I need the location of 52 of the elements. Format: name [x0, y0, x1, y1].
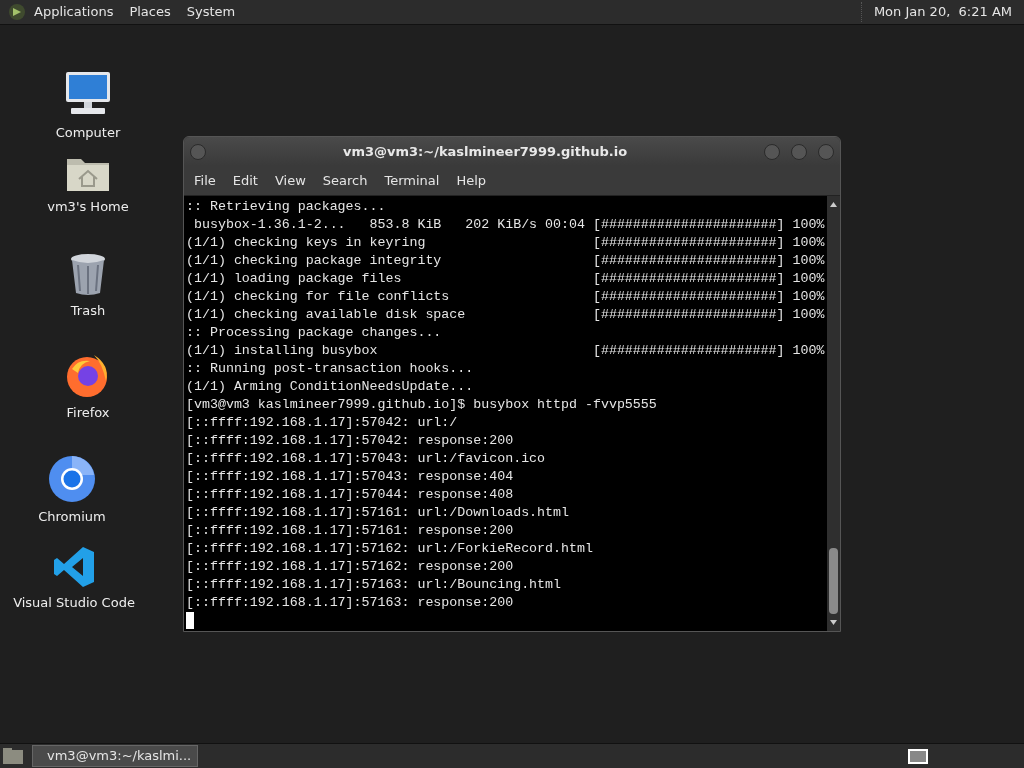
- clock[interactable]: Mon Jan 20, 6:21 AM: [860, 2, 1016, 22]
- desktop-icon-label[interactable]: vm3's Home: [47, 197, 129, 217]
- desktop-icon-label[interactable]: Chromium: [38, 507, 106, 527]
- terminal-line: [vm3@vm3 kaslmineer7999.github.io]$ busybox httpd -fvvp5555: [186, 396, 657, 414]
- terminal-line: [::ffff:192.168.1.17]:57042: url:/: [186, 414, 458, 432]
- taskbar-item[interactable]: vm3@vm3:~/kaslmi...: [32, 745, 198, 767]
- terminal-line: [::ffff:192.168.1.17]:57162: response:200: [186, 558, 514, 576]
- terminal-line: (1/1) loading package files [######################] 100%: [186, 270, 825, 288]
- terminal-line: (1/1) checking package integrity [######################] 100%: [186, 252, 825, 270]
- terminal-line: [::ffff:192.168.1.17]:57044: response:408: [186, 486, 514, 504]
- code-editor-icon: [52, 545, 96, 589]
- desktop-icon-label[interactable]: Trash: [70, 301, 106, 321]
- terminal-line: :: Processing package changes...: [186, 324, 442, 342]
- terminal-line: [::ffff:192.168.1.17]:57163: response:200: [186, 594, 514, 612]
- terminal-line: [::ffff:192.168.1.17]:57042: response:200: [186, 432, 514, 450]
- menu-item[interactable]: Edit: [225, 170, 265, 191]
- window-title: vm3@vm3:~/kaslmineer7999.github.io: [341, 142, 629, 161]
- panel-menu[interactable]: System: [186, 2, 236, 22]
- terminal-line: :: Retrieving packages...: [186, 198, 386, 216]
- workspace-switcher[interactable]: [908, 748, 928, 764]
- terminal-line: [::ffff:192.168.1.17]:57161: response:200: [186, 522, 514, 540]
- terminal-line: [::ffff:192.168.1.17]:57161: url:/Downloads.html: [186, 504, 569, 522]
- show-desktop-icon[interactable]: [2, 747, 24, 765]
- desktop-icon-label[interactable]: Computer: [55, 123, 121, 143]
- terminal-line: (1/1) checking for file conflicts [######################] 100%: [186, 288, 825, 306]
- trash-icon: [68, 253, 108, 297]
- terminal-line: (1/1) Arming ConditionNeedsUpdate...: [186, 378, 474, 396]
- terminal-line: (1/1) installing busybox [######################] 100%: [186, 342, 825, 360]
- chromium-icon: [48, 455, 96, 503]
- text-cursor: [186, 612, 194, 629]
- panel-menu[interactable]: Places: [129, 2, 171, 22]
- menu-item[interactable]: Help: [449, 170, 494, 191]
- terminal-line: [::ffff:192.168.1.17]:57043: url:/favicon.ico: [186, 450, 546, 468]
- scrollbar[interactable]: [827, 196, 840, 631]
- menu-item[interactable]: Terminal: [377, 170, 447, 191]
- terminal-line: :: Running post-transaction hooks...: [186, 360, 474, 378]
- system-logo-icon: [8, 3, 26, 21]
- terminal-line: [::ffff:192.168.1.17]:57163: url:/Bouncing.html: [186, 576, 562, 594]
- scroll-down-icon[interactable]: [829, 618, 838, 627]
- panel-menu[interactable]: Applications: [34, 2, 114, 22]
- scroll-up-icon[interactable]: [829, 200, 838, 209]
- terminal-line: (1/1) checking keys in keyring [######################] 100%: [186, 234, 825, 252]
- menu-item[interactable]: View: [267, 170, 313, 191]
- scrollbar-thumb[interactable]: [829, 548, 838, 614]
- terminal-line: busybox-1.36.1-2... 853.8 KiB 202 KiB/s 00:04 [######################] 100%: [192, 216, 825, 234]
- terminal-line: [::ffff:192.168.1.17]:57043: response:404: [186, 468, 514, 486]
- desktop-icon-label[interactable]: Firefox: [66, 403, 110, 423]
- desktop-icon-label[interactable]: Visual Studio Code: [13, 593, 135, 613]
- terminal-line: (1/1) checking available disk space [######################] 100%: [186, 306, 825, 324]
- menu-item[interactable]: File: [187, 170, 223, 191]
- menu-item[interactable]: Search: [315, 170, 375, 191]
- terminal-line: [::ffff:192.168.1.17]:57162: url:/ForkieRecord.html: [186, 540, 593, 558]
